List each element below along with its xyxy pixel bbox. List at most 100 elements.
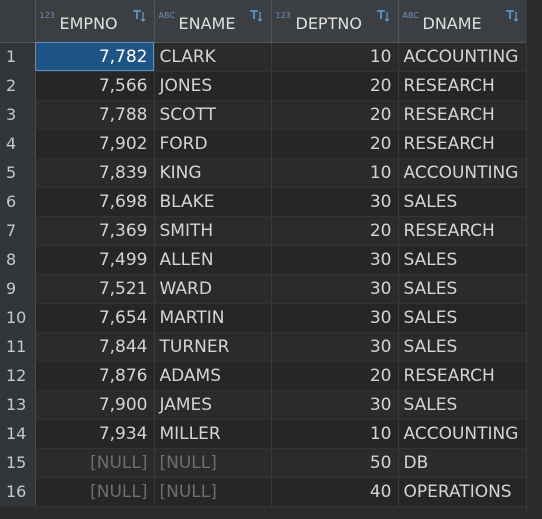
table-row[interactable]: 2 7,566 JONES 20 RESEARCH — [0, 71, 528, 101]
cell-ename[interactable]: MILLER — [154, 419, 272, 449]
cell-empno[interactable]: 7,900 — [35, 390, 155, 420]
row-number[interactable]: 15 — [0, 448, 36, 478]
cell-dname[interactable]: DB — [398, 448, 528, 478]
horizontal-scrollbar-track[interactable] — [0, 513, 542, 519]
row-number[interactable]: 8 — [0, 245, 36, 275]
cell-ename[interactable]: [NULL] — [154, 477, 272, 507]
cell-ename[interactable]: ADAMS — [154, 361, 272, 391]
cell-deptno[interactable]: 10 — [271, 158, 399, 188]
sort-icon[interactable] — [376, 9, 390, 23]
cell-ename[interactable]: WARD — [154, 274, 272, 304]
table-row[interactable]: 9 7,521 WARD 30 SALES — [0, 274, 528, 304]
cell-dname[interactable]: SALES — [398, 274, 528, 304]
row-number[interactable]: 13 — [0, 390, 36, 420]
row-number[interactable]: 3 — [0, 100, 36, 130]
cell-empno[interactable]: 7,499 — [35, 245, 155, 275]
cell-dname[interactable]: SALES — [398, 332, 528, 362]
cell-empno[interactable]: 7,566 — [35, 71, 155, 101]
table-row[interactable]: 13 7,900 JAMES 30 SALES — [0, 390, 528, 420]
column-header-ename[interactable]: ABC ENAME — [154, 0, 272, 43]
cell-dname[interactable]: RESEARCH — [398, 129, 528, 159]
corner-cell[interactable] — [0, 0, 36, 43]
sort-icon[interactable] — [505, 9, 519, 23]
cell-empno[interactable]: 7,839 — [35, 158, 155, 188]
cell-dname[interactable]: RESEARCH — [398, 361, 528, 391]
cell-deptno[interactable]: 20 — [271, 71, 399, 101]
table-row[interactable]: 1 7,782 CLARK 10 ACCOUNTING — [0, 42, 528, 72]
cell-empno[interactable]: [NULL] — [35, 477, 155, 507]
cell-empno[interactable]: 7,654 — [35, 303, 155, 333]
sort-icon[interactable] — [249, 9, 263, 23]
row-number[interactable]: 4 — [0, 129, 36, 159]
row-number[interactable]: 9 — [0, 274, 36, 304]
table-row[interactable]: 3 7,788 SCOTT 20 RESEARCH — [0, 100, 528, 130]
cell-dname[interactable]: RESEARCH — [398, 71, 528, 101]
cell-empno[interactable]: 7,788 — [35, 100, 155, 130]
cell-ename[interactable]: SCOTT — [154, 100, 272, 130]
cell-empno[interactable]: 7,521 — [35, 274, 155, 304]
cell-empno[interactable]: 7,844 — [35, 332, 155, 362]
cell-deptno[interactable]: 30 — [271, 187, 399, 217]
cell-deptno[interactable]: 20 — [271, 129, 399, 159]
cell-empno[interactable]: 7,369 — [35, 216, 155, 246]
cell-deptno[interactable]: 10 — [271, 419, 399, 449]
row-number[interactable]: 1 — [0, 42, 36, 72]
cell-empno[interactable]: [NULL] — [35, 448, 155, 478]
table-row[interactable]: 11 7,844 TURNER 30 SALES — [0, 332, 528, 362]
cell-dname[interactable]: SALES — [398, 245, 528, 275]
cell-ename[interactable]: JONES — [154, 71, 272, 101]
row-number[interactable]: 14 — [0, 419, 36, 449]
cell-dname[interactable]: ACCOUNTING — [398, 419, 528, 449]
table-row[interactable]: 12 7,876 ADAMS 20 RESEARCH — [0, 361, 528, 391]
cell-ename[interactable]: FORD — [154, 129, 272, 159]
row-number[interactable]: 10 — [0, 303, 36, 333]
cell-deptno[interactable]: 30 — [271, 390, 399, 420]
row-number[interactable]: 11 — [0, 332, 36, 362]
row-number[interactable]: 5 — [0, 158, 36, 188]
cell-ename[interactable]: CLARK — [154, 42, 272, 72]
table-row[interactable]: 4 7,902 FORD 20 RESEARCH — [0, 129, 528, 159]
vertical-scrollbar-track[interactable] — [526, 0, 542, 519]
table-row[interactable]: 7 7,369 SMITH 20 RESEARCH — [0, 216, 528, 246]
cell-deptno[interactable]: 30 — [271, 274, 399, 304]
table-row[interactable]: 15 [NULL] [NULL] 50 DB — [0, 448, 528, 478]
cell-dname[interactable]: SALES — [398, 303, 528, 333]
row-number[interactable]: 12 — [0, 361, 36, 391]
cell-ename[interactable]: TURNER — [154, 332, 272, 362]
table-row[interactable]: 5 7,839 KING 10 ACCOUNTING — [0, 158, 528, 188]
cell-deptno[interactable]: 30 — [271, 332, 399, 362]
table-row[interactable]: 8 7,499 ALLEN 30 SALES — [0, 245, 528, 275]
row-number[interactable]: 16 — [0, 477, 36, 507]
cell-deptno[interactable]: 10 — [271, 42, 399, 72]
cell-deptno[interactable]: 30 — [271, 245, 399, 275]
cell-dname[interactable]: OPERATIONS — [398, 477, 528, 507]
cell-ename[interactable]: [NULL] — [154, 448, 272, 478]
cell-empno[interactable]: 7,782 — [35, 42, 155, 72]
cell-deptno[interactable]: 20 — [271, 361, 399, 391]
cell-ename[interactable]: JAMES — [154, 390, 272, 420]
cell-ename[interactable]: MARTIN — [154, 303, 272, 333]
cell-deptno[interactable]: 20 — [271, 216, 399, 246]
cell-empno[interactable]: 7,876 — [35, 361, 155, 391]
cell-ename[interactable]: KING — [154, 158, 272, 188]
row-number[interactable]: 7 — [0, 216, 36, 246]
cell-dname[interactable]: RESEARCH — [398, 216, 528, 246]
cell-empno[interactable]: 7,902 — [35, 129, 155, 159]
table-row[interactable]: 6 7,698 BLAKE 30 SALES — [0, 187, 528, 217]
cell-dname[interactable]: ACCOUNTING — [398, 42, 528, 72]
cell-dname[interactable]: RESEARCH — [398, 100, 528, 130]
cell-deptno[interactable]: 50 — [271, 448, 399, 478]
table-row[interactable]: 10 7,654 MARTIN 30 SALES — [0, 303, 528, 333]
table-row[interactable]: 14 7,934 MILLER 10 ACCOUNTING — [0, 419, 528, 449]
column-header-dname[interactable]: ABC DNAME — [398, 0, 528, 43]
cell-deptno[interactable]: 30 — [271, 303, 399, 333]
cell-ename[interactable]: ALLEN — [154, 245, 272, 275]
sort-icon[interactable] — [132, 9, 146, 23]
cell-empno[interactable]: 7,934 — [35, 419, 155, 449]
cell-dname[interactable]: SALES — [398, 390, 528, 420]
row-number[interactable]: 6 — [0, 187, 36, 217]
cell-empno[interactable]: 7,698 — [35, 187, 155, 217]
column-header-deptno[interactable]: 123 DEPTNO — [271, 0, 399, 43]
cell-deptno[interactable]: 20 — [271, 100, 399, 130]
cell-dname[interactable]: SALES — [398, 187, 528, 217]
